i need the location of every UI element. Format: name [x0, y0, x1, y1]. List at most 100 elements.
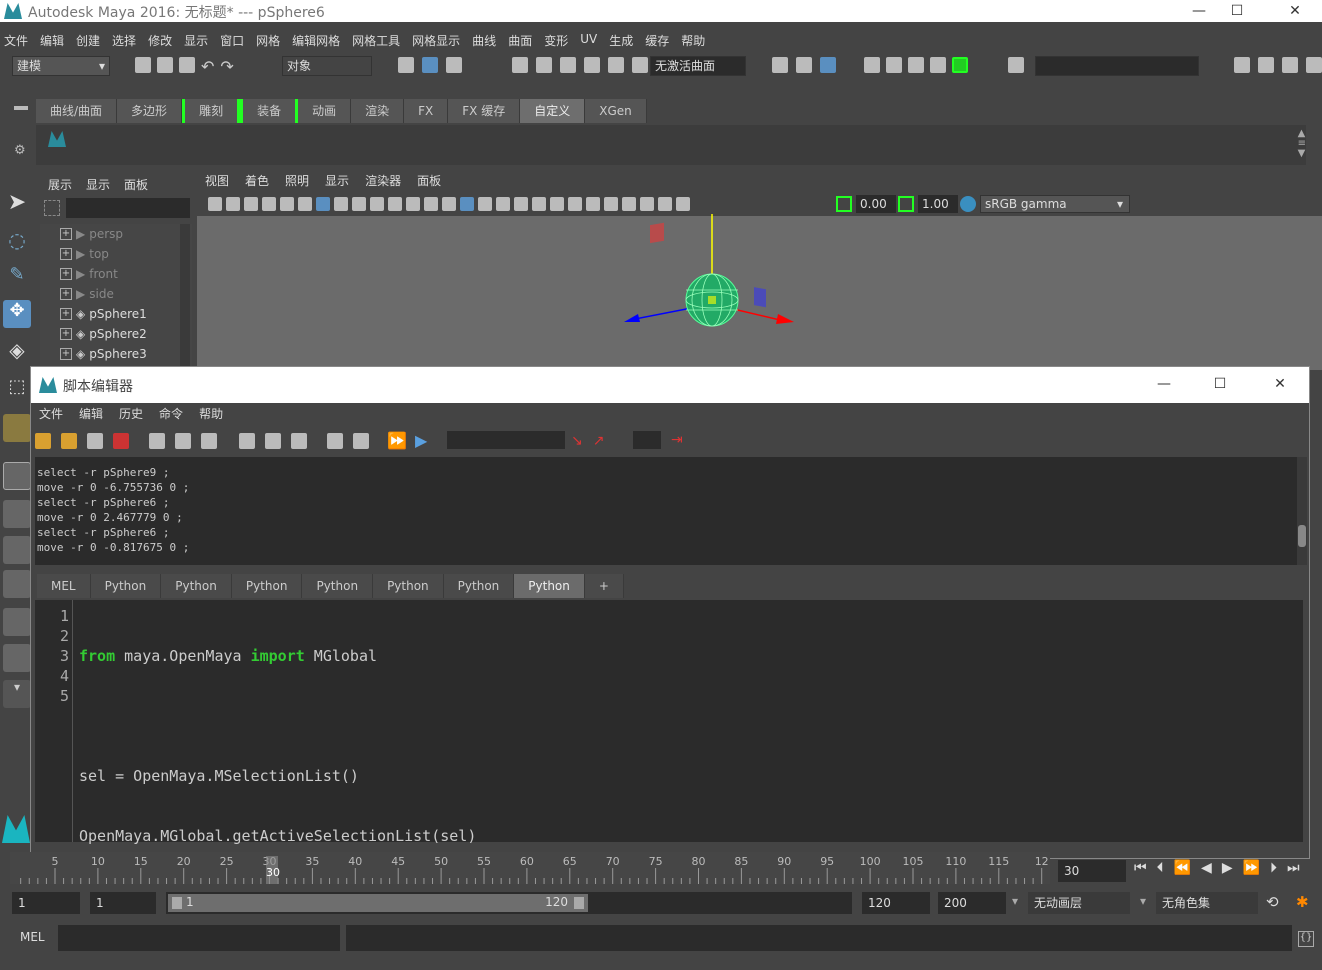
attribute-editor-icon[interactable]: [1258, 57, 1274, 73]
tool-settings-icon[interactable]: [1282, 57, 1298, 73]
menu-select[interactable]: 选择: [108, 32, 144, 49]
select-hierarchy-icon[interactable]: [398, 57, 414, 73]
depth-of-field-icon[interactable]: [604, 197, 618, 211]
select-tool-icon[interactable]: ➤: [3, 190, 31, 218]
grease-pencil-icon[interactable]: [298, 197, 312, 211]
auto-key-icon[interactable]: ⟲: [1266, 893, 1279, 911]
shelf-tab-xgen[interactable]: XGen: [585, 99, 647, 123]
outliner-item[interactable]: + ◈ pSphere1: [60, 304, 147, 324]
open-scene-icon[interactable]: [157, 57, 173, 73]
xy-plane-handle[interactable]: [650, 222, 664, 244]
expand-icon[interactable]: +: [60, 268, 72, 280]
play-forwards-icon[interactable]: ▶: [1222, 860, 1233, 876]
source-script-icon[interactable]: [61, 433, 77, 449]
menu-modify[interactable]: 修改: [144, 32, 180, 49]
selection-mode-field[interactable]: 对象: [282, 56, 372, 76]
safe-title-icon[interactable]: [424, 197, 438, 211]
chevron-down-icon[interactable]: ▾: [1140, 894, 1146, 908]
persp-outliner-layout-icon[interactable]: [3, 644, 31, 672]
se-menu-command[interactable]: 命令: [151, 405, 191, 425]
snap-curve-icon[interactable]: [536, 57, 552, 73]
select-component-icon[interactable]: [446, 57, 462, 73]
undo-icon[interactable]: ↶: [201, 57, 214, 76]
shelf-tab-curves-surfaces[interactable]: 曲线/曲面: [36, 99, 118, 123]
outliner-menu-panels[interactable]: 面板: [124, 176, 148, 193]
tab-python[interactable]: Python: [302, 574, 374, 598]
camera-attributes-icon[interactable]: [226, 197, 240, 211]
expand-icon[interactable]: +: [60, 308, 72, 320]
outliner-item[interactable]: + ◈ pSphere2: [60, 324, 147, 344]
ipr-render-icon[interactable]: [908, 57, 924, 73]
expand-icon[interactable]: +: [60, 288, 72, 300]
new-scene-icon[interactable]: [135, 57, 151, 73]
expand-icon[interactable]: +: [60, 348, 72, 360]
move-tool-icon[interactable]: ✥: [3, 300, 31, 328]
viewport-menu-renderer[interactable]: 渲染器: [357, 172, 409, 192]
camera-select-icon[interactable]: [208, 197, 222, 211]
ambient-occlusion-icon[interactable]: [550, 197, 564, 211]
menu-edit-mesh[interactable]: 编辑网格: [288, 32, 348, 49]
tab-python-active[interactable]: Python: [514, 574, 585, 598]
show-history-icon[interactable]: [239, 433, 255, 449]
search-input[interactable]: [447, 431, 565, 449]
execute-icon[interactable]: ▶: [415, 431, 427, 450]
command-language-label[interactable]: MEL: [20, 930, 45, 944]
script-history-pane[interactable]: select -r pSphere9 ; move -r 0 -6.755736…: [35, 457, 1297, 565]
save-script-icon[interactable]: [87, 433, 103, 449]
xray-components-icon[interactable]: [676, 197, 690, 211]
se-menu-file[interactable]: 文件: [31, 405, 71, 425]
render-frame-icon[interactable]: [886, 57, 902, 73]
four-pane-layout-icon[interactable]: [3, 500, 31, 528]
range-slider-track[interactable]: 1 120: [166, 892, 852, 914]
x-arrow-icon[interactable]: [776, 314, 794, 324]
history-scroll-thumb[interactable]: [1298, 525, 1306, 547]
viewport-menu-lighting[interactable]: 照明: [277, 172, 317, 192]
redo-icon[interactable]: ↷: [220, 57, 233, 76]
show-line-numbers-icon[interactable]: [175, 433, 191, 449]
expand-icon[interactable]: +: [60, 248, 72, 260]
show-both-icon[interactable]: [291, 433, 307, 449]
minimize-button[interactable]: —: [1141, 373, 1187, 395]
menu-uv[interactable]: UV: [576, 32, 605, 49]
bookmark-icon[interactable]: [244, 197, 258, 211]
step-forward-key-icon[interactable]: ⏵: [1270, 860, 1277, 876]
xray-icon[interactable]: [640, 197, 654, 211]
clear-input-icon[interactable]: [353, 433, 369, 449]
wireframe-on-shaded-icon[interactable]: [478, 197, 492, 211]
animation-start-field[interactable]: 1: [12, 892, 80, 914]
menu-mesh-display[interactable]: 网格显示: [408, 32, 468, 49]
step-back-frame-icon[interactable]: ⏪: [1174, 860, 1191, 876]
clear-history-icon[interactable]: [327, 433, 343, 449]
modeling-toolkit-icon[interactable]: [1234, 57, 1250, 73]
resolution-gate-icon[interactable]: [352, 197, 366, 211]
lights-icon[interactable]: [514, 197, 528, 211]
viewport-menu-panels[interactable]: 面板: [409, 172, 449, 192]
wireframe-icon[interactable]: [442, 197, 456, 211]
se-menu-history[interactable]: 历史: [111, 405, 151, 425]
render-settings-icon[interactable]: [864, 57, 880, 73]
exposure-field[interactable]: 0.00: [856, 195, 896, 213]
menu-help[interactable]: 帮助: [677, 32, 713, 49]
tab-mel[interactable]: MEL: [37, 574, 91, 598]
shelf-menu-icon[interactable]: [14, 106, 28, 110]
range-start-grip[interactable]: [172, 897, 182, 909]
outliner-filter-icon[interactable]: [44, 200, 60, 216]
film-gate-icon[interactable]: [334, 197, 348, 211]
shelf-tab-rendering[interactable]: 渲染: [351, 99, 405, 123]
snap-surface-icon[interactable]: [608, 57, 624, 73]
echo-all-icon[interactable]: [149, 433, 165, 449]
menu-windows[interactable]: 窗口: [216, 32, 252, 49]
save-to-shelf-icon[interactable]: [113, 433, 129, 449]
color-space-dropdown[interactable]: sRGB gamma ▾: [980, 195, 1130, 213]
range-end-grip[interactable]: [574, 897, 584, 909]
command-input[interactable]: [58, 925, 340, 951]
xray-joints-icon[interactable]: [658, 197, 672, 211]
snap-view-icon[interactable]: [584, 57, 600, 73]
go-to-start-icon[interactable]: ⏮: [1134, 860, 1147, 876]
scale-tool-icon[interactable]: ⬚: [3, 376, 31, 404]
goto-line-icon[interactable]: ⇥: [671, 432, 683, 448]
lasso-tool-icon[interactable]: ◌: [3, 228, 31, 256]
close-button[interactable]: ✕: [1257, 373, 1303, 395]
tab-python[interactable]: Python: [443, 574, 515, 598]
snap-magnet-icon[interactable]: [632, 57, 648, 73]
